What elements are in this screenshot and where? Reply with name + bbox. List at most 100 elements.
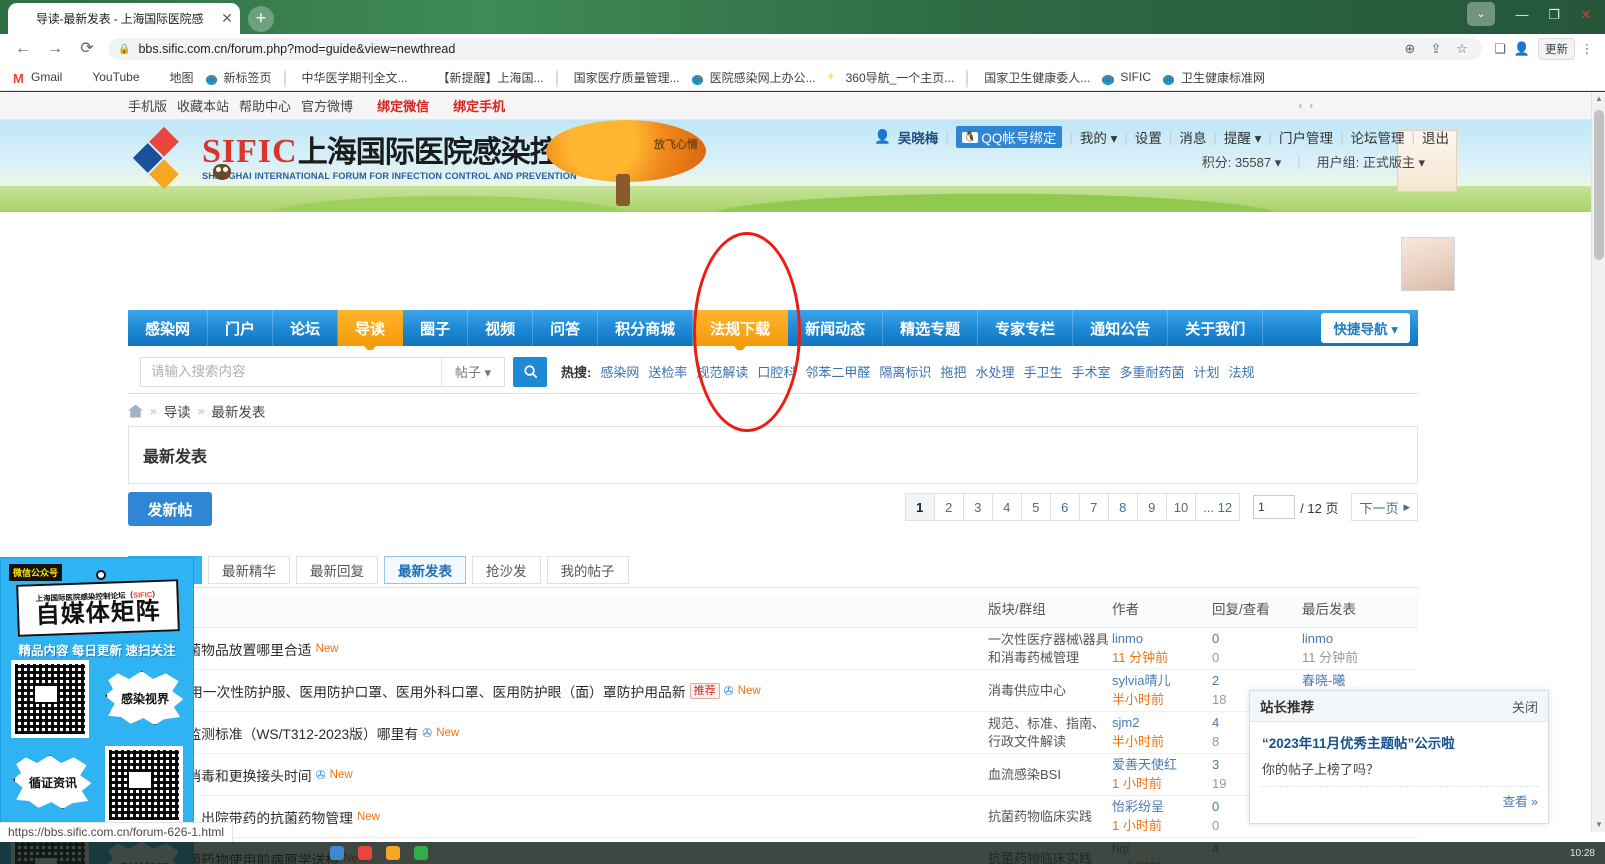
bookmark-item[interactable]: 🌐 医院感染网上办公... bbox=[687, 67, 821, 88]
bookmark-item[interactable]: 国家医疗质量管理... bbox=[551, 67, 685, 88]
home-icon[interactable] bbox=[128, 404, 143, 418]
user-link-notices[interactable]: 提醒 ▾ bbox=[1224, 127, 1262, 147]
toplink-favorite[interactable]: 收藏本站 bbox=[177, 96, 229, 115]
last-author[interactable]: 春晓-曦 bbox=[1302, 672, 1418, 690]
bookmark-item[interactable]: 【新提醒】上海国... bbox=[415, 67, 549, 88]
taskbar-icon[interactable] bbox=[358, 846, 372, 860]
breadcrumb-item-guide[interactable]: 导读 bbox=[164, 401, 191, 421]
author-name[interactable]: sylvia晴儿 bbox=[1112, 672, 1212, 690]
thread-forum[interactable]: 抗菌药物临床实践 bbox=[988, 808, 1112, 826]
taskbar-icon[interactable] bbox=[414, 846, 428, 860]
back-icon[interactable]: ← bbox=[8, 36, 38, 62]
popup-close-button[interactable]: 关闭 bbox=[1512, 697, 1538, 716]
user-group[interactable]: 用户组: 正式版主 ▾ bbox=[1317, 152, 1425, 171]
hot-word[interactable]: 拖把 bbox=[940, 362, 966, 381]
tab-search-caret-icon[interactable]: ⌄ bbox=[1467, 2, 1495, 26]
user-avatar[interactable] bbox=[1401, 237, 1455, 291]
thread-forum[interactable]: 规范、标准、指南、行政文件解读 bbox=[988, 715, 1112, 750]
page-1[interactable]: 1 bbox=[904, 493, 935, 521]
nav-item-circle[interactable]: 圈子 bbox=[403, 310, 469, 346]
username[interactable]: 吴晓梅 bbox=[898, 127, 939, 147]
qr-code-2[interactable] bbox=[105, 746, 183, 824]
bookmark-item[interactable]: 国家卫生健康委人... bbox=[961, 67, 1095, 88]
nav-item-points-mall[interactable]: 积分商城 bbox=[598, 310, 694, 346]
side-panel-icon[interactable]: ❏ bbox=[1490, 41, 1510, 57]
window-minimize-button[interactable]: — bbox=[1507, 2, 1537, 28]
zoom-icon[interactable]: ⊕ bbox=[1400, 41, 1420, 57]
nav-item-news[interactable]: 新闻动态 bbox=[788, 310, 884, 346]
table-row[interactable]: 23年医用一次性防护服、医用防护口罩、医用外科口罩、医用防护眼（面）罩防护用品新… bbox=[128, 670, 1418, 712]
toplink-bind-wechat[interactable]: 绑定微信 bbox=[377, 96, 429, 115]
window-close-button[interactable]: ✕ bbox=[1571, 2, 1601, 28]
tab-newest-digest[interactable]: 最新精华 bbox=[208, 555, 290, 584]
tab-newest-reply[interactable]: 最新回复 bbox=[296, 555, 378, 584]
hot-word[interactable]: 口腔科 bbox=[757, 362, 796, 381]
bookmark-item[interactable]: M Gmail bbox=[8, 68, 67, 86]
user-link-my[interactable]: 我的 ▾ bbox=[1080, 127, 1118, 147]
author-name[interactable]: 怡彩纷呈 bbox=[1112, 798, 1212, 816]
user-link-settings[interactable]: 设置 bbox=[1135, 127, 1162, 147]
hot-word[interactable]: 规范解读 bbox=[696, 362, 748, 381]
tab-close-icon[interactable]: ✕ bbox=[220, 10, 234, 27]
page-last[interactable]: ... 12 bbox=[1195, 493, 1241, 521]
table-row[interactable]: 完感染监测标准（WS/T312-2023版）哪里有 ✇ New 规范、标准、指南… bbox=[128, 712, 1418, 754]
nav-item-featured-topics[interactable]: 精选专题 bbox=[883, 310, 979, 346]
new-post-button[interactable]: 发新帖 bbox=[128, 492, 212, 526]
hot-word[interactable]: 水处理 bbox=[975, 362, 1014, 381]
popup-link[interactable]: “2023年11月优秀主题帖”公示啦 bbox=[1262, 732, 1536, 752]
tab-newest-post[interactable]: 最新发表 bbox=[384, 555, 466, 584]
wechat-matrix-ad[interactable]: 微信公众号 上海国际医院感染控制论坛（SIFIC） 自媒体矩阵 精品内容 每日更… bbox=[0, 557, 194, 864]
new-tab-button[interactable]: + bbox=[248, 6, 274, 32]
nav-item-forum[interactable]: 论坛 bbox=[273, 310, 339, 346]
qq-bind-button[interactable]: 🐧 QQ帐号绑定 bbox=[955, 126, 1063, 148]
user-points[interactable]: 积分: 35587 ▾ bbox=[1202, 152, 1282, 171]
author-name[interactable]: linmo bbox=[1112, 630, 1212, 648]
nav-item-qa[interactable]: 问答 bbox=[533, 310, 599, 346]
scroll-down-icon[interactable]: ▼ bbox=[1592, 818, 1605, 832]
breadcrumb-item-newest[interactable]: 最新发表 bbox=[211, 401, 265, 421]
hot-word[interactable]: 手卫生 bbox=[1023, 362, 1062, 381]
taskbar-icon[interactable] bbox=[330, 846, 344, 860]
bookmark-item[interactable]: YouTube bbox=[69, 68, 144, 86]
bookmark-item[interactable]: 🌐 新标签页 bbox=[201, 67, 277, 88]
user-link-messages[interactable]: 消息 bbox=[1179, 127, 1206, 147]
forward-icon[interactable]: → bbox=[40, 36, 70, 62]
nav-item-infection-net[interactable]: 感染网 bbox=[128, 310, 209, 346]
toolbar-arrows-icon[interactable]: ‹ › bbox=[1299, 100, 1315, 112]
page-9[interactable]: 9 bbox=[1136, 493, 1167, 521]
hot-word[interactable]: 邻苯二甲醛 bbox=[805, 362, 870, 381]
user-link-forum-admin[interactable]: 论坛管理 bbox=[1350, 127, 1404, 147]
share-icon[interactable]: ⇪ bbox=[1426, 41, 1446, 57]
page-4[interactable]: 4 bbox=[991, 493, 1022, 521]
tab-grab-sofa[interactable]: 抢沙发 bbox=[472, 555, 541, 584]
bookmark-star-icon[interactable]: ☆ bbox=[1452, 41, 1472, 57]
hot-word[interactable]: 隔离标识 bbox=[879, 362, 931, 381]
bookmark-item[interactable]: 地图 bbox=[147, 67, 199, 88]
nav-item-expert-column[interactable]: 专家专栏 bbox=[978, 310, 1074, 346]
table-row[interactable]: 关注点：出院带药的抗菌药物管理 New 抗菌药物临床实践 怡彩纷呈 1 小时前 … bbox=[128, 796, 1418, 838]
nav-item-about-us[interactable]: 关于我们 bbox=[1168, 310, 1264, 346]
hot-word[interactable]: 多重耐药菌 bbox=[1120, 362, 1185, 381]
page-jump-input[interactable] bbox=[1253, 495, 1296, 519]
author-name[interactable]: sjm2 bbox=[1112, 714, 1212, 732]
page-3[interactable]: 3 bbox=[962, 493, 993, 521]
scrollbar-thumb[interactable] bbox=[1594, 110, 1604, 260]
search-type-select[interactable]: 帖子 ▾ bbox=[441, 357, 504, 386]
search-input[interactable] bbox=[141, 357, 441, 386]
scroll-up-icon[interactable]: ▲ bbox=[1592, 92, 1605, 106]
update-button[interactable]: 更新 bbox=[1538, 38, 1575, 60]
page-8[interactable]: 8 bbox=[1107, 493, 1138, 521]
page-2[interactable]: 2 bbox=[933, 493, 964, 521]
nav-item-portal[interactable]: 门户 bbox=[208, 310, 274, 346]
user-link-portal-admin[interactable]: 门户管理 bbox=[1279, 127, 1333, 147]
next-page-button[interactable]: 下一页 ▸ bbox=[1351, 493, 1418, 521]
thread-forum[interactable]: 血流感染BSI bbox=[988, 766, 1112, 784]
author-name[interactable]: 爱善天使红 bbox=[1112, 756, 1212, 774]
popup-more-link[interactable]: 查看 » bbox=[1503, 795, 1538, 809]
hot-word[interactable]: 手术室 bbox=[1071, 362, 1110, 381]
page-6[interactable]: 6 bbox=[1049, 493, 1080, 521]
table-row[interactable]: 次性无菌物品放置哪里合适 New 一次性医疗器械\器具和消毒药械管理 linmo… bbox=[128, 628, 1418, 670]
hot-word[interactable]: 感染网 bbox=[600, 362, 639, 381]
thread-forum[interactable]: 一次性医疗器械\器具和消毒药械管理 bbox=[988, 631, 1112, 666]
bookmark-item[interactable]: 360导航_一个主页... bbox=[823, 67, 960, 88]
